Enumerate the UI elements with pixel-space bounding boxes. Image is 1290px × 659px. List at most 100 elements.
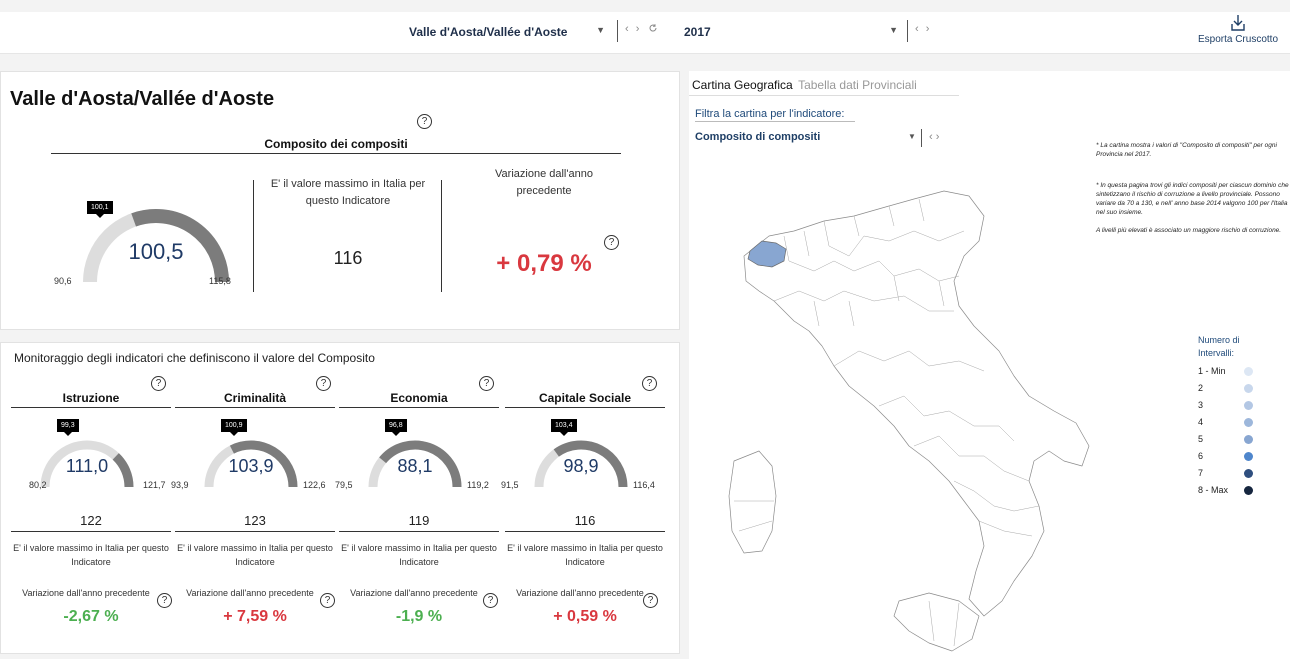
legend-item: 8 - Max	[1198, 482, 1253, 499]
help-icon[interactable]: ?	[604, 235, 619, 250]
gauge-tag: 99,3	[57, 419, 79, 436]
help-icon[interactable]: ?	[316, 376, 331, 391]
legend-label: 7	[1198, 468, 1204, 478]
variation-label: Variazione dall'anno precedente	[495, 168, 593, 197]
gauge-min: 93,9	[171, 480, 189, 490]
indicator-name: Istruzione	[62, 391, 120, 405]
indicator-select-value: Composito di compositi	[695, 131, 821, 143]
gauge-min: 80,2	[29, 480, 47, 490]
indicator-divider	[11, 407, 171, 408]
download-icon	[1231, 15, 1245, 31]
help-icon[interactable]: ?	[479, 376, 494, 391]
indicator-column: ? Capitale Sociale 103,4 98,9 91,5 116,4…	[501, 343, 665, 655]
help-icon[interactable]: ?	[483, 593, 498, 608]
indicator-variation-label: Variazione dall'anno precedente	[22, 588, 150, 598]
indicator-max-label: E' il valore massimo in Italia per quest…	[177, 543, 333, 567]
italy-map[interactable]	[714, 161, 1094, 659]
legend-swatch	[1244, 367, 1253, 376]
section-divider	[51, 153, 621, 154]
indicator-divider	[339, 531, 499, 532]
gauge-min: 91,5	[501, 480, 519, 490]
region-nav[interactable]: ‹ ›	[625, 23, 658, 35]
gauge-value: 111,0	[65, 456, 109, 476]
indicator-divider	[505, 531, 665, 532]
help-icon[interactable]: ?	[643, 593, 658, 608]
indicator-variation-label: Variazione dall'anno precedente	[350, 588, 478, 598]
indicator-name: Capitale Sociale	[538, 391, 632, 405]
gauge-tag: 100,9	[221, 419, 247, 436]
gauge-value: 88,1	[397, 456, 433, 476]
indicator-variation: + 7,59 %	[223, 608, 287, 625]
indicator-column: ? Criminalità 100,9 103,9 93,9 122,6 123…	[171, 343, 335, 655]
tab-cartina[interactable]: Cartina Geografica	[692, 78, 793, 92]
region-divider	[617, 20, 618, 42]
region-select[interactable]: Valle d'Aosta/Vallée d'Aoste ▼	[405, 20, 611, 44]
help-icon[interactable]: ?	[417, 114, 432, 129]
gauge-value: 98,9	[563, 456, 599, 476]
legend-rows: 1 - Min 2 3 4 5 6 7 8 - Max	[1198, 363, 1253, 499]
year-nav[interactable]: ‹ ›	[915, 23, 931, 35]
legend-swatch	[1244, 435, 1253, 444]
map-sardinia	[728, 450, 777, 554]
legend-item: 5	[1198, 431, 1253, 448]
indicator-divider	[11, 531, 171, 532]
export-label: Esporta Cruscotto	[1197, 34, 1279, 45]
legend-swatch	[1244, 418, 1253, 427]
filter-underline	[695, 121, 855, 122]
help-icon[interactable]: ?	[320, 593, 335, 608]
indicator-variation: -1,9 %	[395, 608, 443, 625]
indicator-arrows[interactable]: ‹ ›	[929, 131, 939, 143]
map-mainland	[743, 190, 1090, 617]
indicator-name: Economia	[390, 391, 448, 405]
legend-item: 4	[1198, 414, 1253, 431]
indicator-max-label: E' il valore massimo in Italia per quest…	[507, 543, 663, 567]
year-select-value: 2017	[684, 25, 711, 39]
legend-item: 1 - Min	[1198, 363, 1253, 380]
gauge-min: 79,5	[335, 480, 353, 490]
gauge-tag: 103,4	[551, 419, 577, 436]
year-select[interactable]: 2017 ▼	[680, 20, 904, 44]
legend-label: 3	[1198, 400, 1204, 410]
tab-tabella[interactable]: Tabella dati Provinciali	[798, 78, 917, 92]
map-note: * In questa pagina trovi gli indici comp…	[1096, 182, 1289, 216]
indicator-divider	[921, 129, 922, 147]
help-icon[interactable]: ?	[151, 376, 166, 391]
indicator-column: ? Istruzione 99,3 111,0 80,2 121,7 122 E…	[11, 343, 172, 655]
region-select-value: Valle d'Aosta/Vallée d'Aoste	[409, 25, 568, 39]
indicator-select[interactable]: Composito di compositi	[695, 131, 820, 143]
gauge-value: 103,9	[228, 456, 274, 476]
gauge-max: 119,2	[467, 480, 489, 490]
legend-item: 6	[1198, 448, 1253, 465]
indicator-divider	[175, 407, 335, 408]
legend-title-line-2: Intervalli:	[1198, 348, 1235, 358]
help-icon[interactable]: ?	[642, 376, 657, 391]
indicator-variation-label: Variazione dall'anno precedente	[516, 588, 644, 598]
legend-item: 7	[1198, 465, 1253, 482]
indicator-divider	[175, 531, 335, 532]
indicator-max-value: 123	[244, 513, 266, 528]
legend-swatch	[1244, 452, 1253, 461]
gauge-max: 121,7	[143, 480, 166, 490]
legend-label: 1 - Min	[1198, 366, 1226, 376]
max-value: 116	[333, 248, 363, 268]
indicator-max-value: 122	[80, 513, 102, 528]
region-arrows[interactable]: ‹ ›	[625, 23, 641, 35]
map-legend: Numero di Intervalli: 1 - Min 2 3 4 5 6 …	[1198, 334, 1253, 499]
chevron-down-icon[interactable]: ▼	[908, 132, 916, 141]
chevron-down-icon: ▼	[889, 25, 898, 35]
max-label: E' il valore massimo in Italia per quest…	[270, 178, 426, 207]
help-icon[interactable]: ?	[157, 593, 172, 608]
legend-label: 5	[1198, 434, 1204, 444]
legend-title-line-1: Numero di	[1198, 335, 1240, 345]
chevron-down-icon: ▼	[596, 25, 605, 35]
refresh-icon[interactable]	[648, 23, 658, 33]
map-card: Cartina Geografica Tabella dati Provinci…	[689, 71, 1290, 659]
year-arrows[interactable]: ‹ ›	[915, 23, 931, 35]
indicator-column: ? Economia 96,8 88,1 79,5 119,2 119 E' i…	[335, 343, 499, 655]
summary-card: Valle d'Aosta/Vallée d'Aoste ? Composito…	[0, 71, 680, 330]
tabs-underline	[689, 95, 959, 96]
section-title: Composito dei compositi	[264, 137, 408, 151]
gauge-tag: 96,8	[385, 419, 407, 436]
divider	[253, 180, 254, 292]
export-button[interactable]: Esporta Cruscotto	[1192, 14, 1284, 45]
